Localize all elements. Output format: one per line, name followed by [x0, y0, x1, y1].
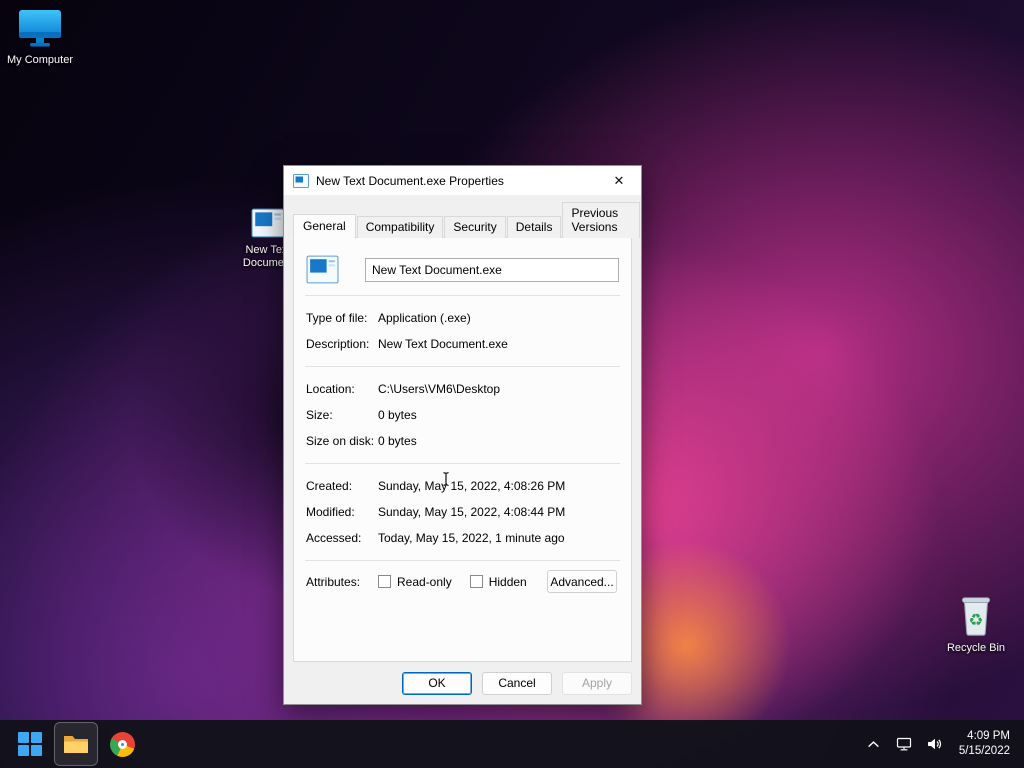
field-row-size: Size: 0 bytes	[304, 402, 621, 428]
close-icon: ✕	[613, 172, 625, 188]
my-computer-icon	[19, 10, 61, 47]
field-label: Size on disk:	[306, 434, 375, 448]
general-tab-page: Type of file: Application (.exe) Descrip…	[293, 237, 632, 662]
dialog-title: New Text Document.exe Properties	[316, 173, 504, 188]
field-value: 0 bytes	[378, 434, 417, 448]
taskbar-app-icons	[8, 722, 144, 766]
filename-input[interactable]	[365, 257, 619, 282]
field-row-location: Location: C:\Users\VM6\Desktop	[304, 376, 621, 402]
field-value: New Text Document.exe	[378, 337, 508, 351]
advanced-button[interactable]: Advanced...	[547, 570, 617, 593]
clock-time: 4:09 PM	[967, 730, 1010, 742]
text-cursor-ibeam	[443, 471, 449, 487]
file-explorer-button[interactable]	[54, 722, 98, 766]
clock-date: 5/15/2022	[958, 745, 1010, 757]
svg-text:♻: ♻	[969, 610, 984, 629]
tab-compatibility[interactable]: Compatibility	[356, 216, 444, 238]
properties-dialog: New Text Document.exe Properties ✕ Gener…	[283, 165, 642, 705]
tab-previous-versions[interactable]: Previous Versions	[562, 202, 640, 238]
field-value: 0 bytes	[378, 408, 417, 422]
readonly-checkbox[interactable]	[378, 575, 391, 588]
network-button[interactable]	[891, 724, 917, 764]
separator	[305, 560, 620, 561]
tab-strip: General Compatibility Security Details P…	[284, 195, 641, 239]
exe-file-icon-small	[293, 173, 309, 188]
field-label: Size:	[306, 408, 333, 422]
field-label: Accessed:	[306, 531, 362, 545]
system-tray: 4:09 PM 5/15/2022	[861, 724, 1016, 764]
desktop-icon-my-computer[interactable]: My Computer	[2, 8, 78, 67]
recycle-bin-icon: ♻	[961, 597, 991, 636]
tab-general[interactable]: General	[293, 214, 356, 239]
desktop-icon-label: Recycle Bin	[946, 642, 1006, 654]
desktop-icon-recycle-bin[interactable]: ♻ Recycle Bin	[934, 592, 1018, 655]
field-value: Application (.exe)	[378, 311, 471, 325]
field-label: Attributes:	[306, 574, 361, 589]
chevron-up-icon	[868, 740, 880, 747]
desktop-icon-label: My Computer	[6, 54, 74, 66]
taskbar-clock[interactable]: 4:09 PM 5/15/2022	[951, 724, 1016, 764]
chrome-icon	[109, 731, 135, 757]
volume-icon	[927, 738, 941, 750]
field-row-description: Description: New Text Document.exe	[304, 331, 621, 357]
field-row-accessed: Accessed: Today, May 15, 2022, 1 minute …	[304, 525, 621, 551]
hidden-checkbox[interactable]	[469, 575, 483, 588]
taskbar: 4:09 PM 5/15/2022	[0, 720, 1024, 768]
field-value: Sunday, May 15, 2022, 4:08:44 PM	[378, 505, 566, 519]
dialog-button-row: OK Cancel Apply	[284, 662, 641, 704]
separator	[305, 366, 620, 367]
network-icon	[896, 737, 911, 751]
field-label: Type of file:	[306, 311, 368, 325]
filename-row	[306, 253, 619, 286]
cancel-button[interactable]: Cancel	[482, 671, 552, 695]
attributes-row: Attributes: Read-only Hidden Advanced...	[304, 570, 621, 593]
field-label: Location:	[306, 382, 355, 396]
field-value: C:\Users\VM6\Desktop	[378, 382, 501, 396]
tray-overflow-button[interactable]	[861, 724, 887, 764]
field-value: Today, May 15, 2022, 1 minute ago	[378, 531, 565, 545]
separator	[305, 295, 620, 296]
windows-logo-icon	[18, 732, 42, 756]
field-row-size-on-disk: Size on disk: 0 bytes	[304, 428, 621, 454]
folder-icon	[64, 736, 88, 753]
tab-security[interactable]: Security	[444, 216, 506, 238]
field-label: Modified:	[306, 505, 355, 519]
tab-details[interactable]: Details	[506, 216, 562, 238]
hidden-checkbox-label: Hidden	[488, 574, 527, 589]
field-label: Description:	[306, 337, 370, 351]
ok-button[interactable]: OK	[402, 671, 472, 695]
apply-button[interactable]: Apply	[562, 671, 632, 695]
field-row-type: Type of file: Application (.exe)	[304, 305, 621, 331]
chrome-button[interactable]	[100, 722, 144, 766]
dialog-titlebar[interactable]: New Text Document.exe Properties ✕	[284, 166, 641, 195]
start-button[interactable]	[8, 722, 52, 766]
field-label: Created:	[306, 479, 353, 493]
exe-file-icon-large	[306, 255, 339, 284]
separator	[305, 463, 620, 464]
field-value: Sunday, May 15, 2022, 4:08:26 PM	[378, 479, 566, 493]
exe-file-icon	[251, 208, 285, 238]
field-row-created: Created: Sunday, May 15, 2022, 4:08:26 P…	[304, 473, 621, 499]
field-row-modified: Modified: Sunday, May 15, 2022, 4:08:44 …	[304, 499, 621, 525]
volume-button[interactable]	[921, 724, 947, 764]
close-button[interactable]: ✕	[597, 166, 641, 195]
readonly-checkbox-label: Read-only	[397, 574, 452, 589]
